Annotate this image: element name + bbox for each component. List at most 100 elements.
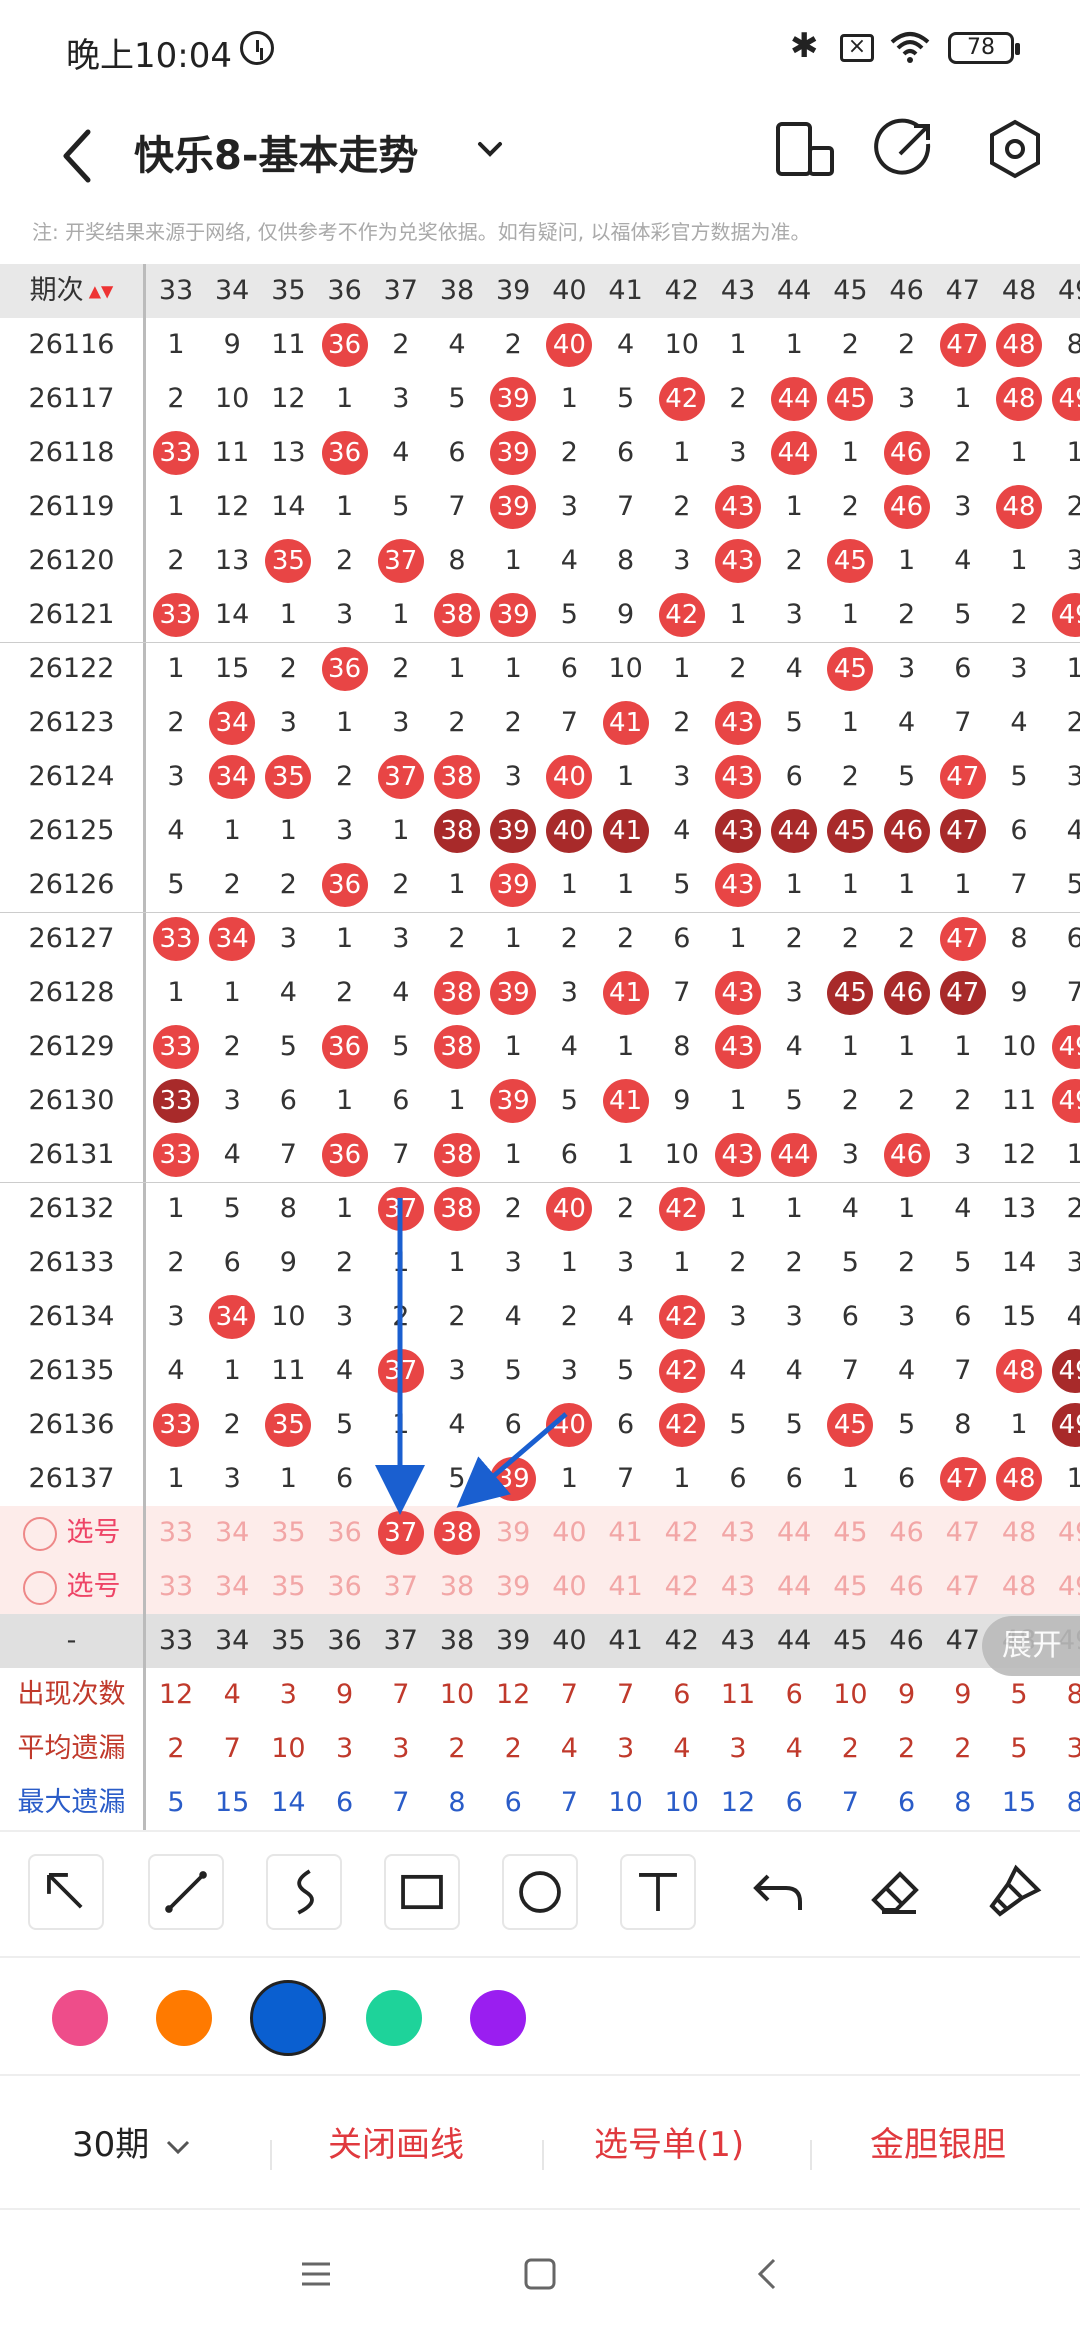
color-swatch[interactable]: [156, 1990, 212, 2046]
select-number[interactable]: 35: [260, 1560, 316, 1614]
share-icon[interactable]: [870, 114, 940, 184]
select-number[interactable]: 33: [148, 1560, 204, 1614]
table-cell: 43: [710, 1128, 766, 1182]
color-swatch[interactable]: [52, 1990, 108, 2046]
close-draw-button[interactable]: 关闭画线: [328, 2120, 464, 2170]
select-number[interactable]: 33: [148, 1506, 204, 1560]
number-ball: 33: [153, 593, 199, 637]
select-number[interactable]: 39: [485, 1560, 541, 1614]
table-cell: 5: [785, 1409, 803, 1440]
table-row: 261354111437353542447474849: [0, 1344, 1080, 1398]
table-cell: 1: [1066, 437, 1080, 468]
select-number[interactable]: 38: [429, 1560, 485, 1614]
back-icon[interactable]: [748, 2254, 788, 2294]
undo-tool-icon[interactable]: [740, 1854, 816, 1930]
table-cell: 3: [673, 545, 691, 576]
select-number[interactable]: 42: [654, 1560, 710, 1614]
select-number[interactable]: 34: [204, 1506, 260, 1560]
select-number[interactable]: 36: [317, 1506, 373, 1560]
sim-off-icon: ×: [840, 34, 874, 62]
gold-silver-button[interactable]: 金胆银胆: [870, 2120, 1006, 2170]
period-cell: 26123: [0, 696, 146, 750]
settings-icon[interactable]: [980, 114, 1050, 184]
clear-tool-icon[interactable]: [976, 1854, 1052, 1930]
table-cell: 1: [392, 1409, 410, 1440]
table-cell: 2: [392, 329, 410, 360]
table-cell: 2: [729, 1247, 747, 1278]
number-ball: 33: [153, 1133, 199, 1177]
expand-button[interactable]: 展开: [982, 1616, 1080, 1676]
color-swatch[interactable]: [470, 1990, 526, 2046]
arrow-tool-icon[interactable]: [28, 1854, 104, 1930]
chevron-down-icon[interactable]: [470, 130, 510, 170]
page-title[interactable]: 快乐8-基本走势: [134, 114, 418, 198]
select-number[interactable]: 45: [822, 1506, 878, 1560]
color-swatch[interactable]: [366, 1990, 422, 2046]
text-tool-icon[interactable]: [620, 1854, 696, 1930]
table-cell: 1: [336, 923, 354, 954]
select-number[interactable]: 43: [710, 1560, 766, 1614]
select-number[interactable]: 41: [598, 1560, 654, 1614]
select-row-label[interactable]: 选号: [0, 1506, 146, 1560]
color-swatch[interactable]: [250, 1980, 326, 2056]
select-number[interactable]: 47: [935, 1506, 991, 1560]
radio-button[interactable]: [22, 1570, 57, 1605]
table-cell: 5: [560, 1085, 578, 1116]
select-number[interactable]: 47: [935, 1560, 991, 1614]
select-number[interactable]: 40: [541, 1506, 597, 1560]
select-number[interactable]: 44: [766, 1506, 822, 1560]
stats-cell: 8: [954, 1787, 972, 1818]
table-cell: 2: [1066, 707, 1080, 738]
select-number[interactable]: 37: [373, 1560, 429, 1614]
number-ball: 46: [883, 809, 930, 853]
select-row-label[interactable]: 选号: [0, 1560, 146, 1614]
select-number[interactable]: 36: [317, 1560, 373, 1614]
home-icon[interactable]: [520, 2254, 560, 2294]
column-header: 39: [496, 1625, 531, 1656]
select-number[interactable]: 46: [879, 1560, 935, 1614]
number-ball: 40: [546, 1403, 593, 1447]
select-number[interactable]: 42: [654, 1506, 710, 1560]
select-number[interactable]: 43: [710, 1506, 766, 1560]
select-number[interactable]: 46: [879, 1506, 935, 1560]
back-arrow-icon[interactable]: [50, 116, 110, 196]
table-cell: 3: [560, 1355, 578, 1386]
select-list-button[interactable]: 选号单(1): [594, 2120, 744, 2170]
period-select[interactable]: 30期: [72, 2120, 196, 2170]
select-number[interactable]: 49: [1047, 1506, 1080, 1560]
number-ball: 44: [771, 431, 818, 475]
select-number[interactable]: 41: [598, 1506, 654, 1560]
number-ball: 38: [434, 755, 480, 799]
radio-button[interactable]: [22, 1516, 57, 1551]
trend-table[interactable]: 期次 ▲▼33343536373839404142434445464748492…: [0, 264, 1080, 1830]
layout-toggle-icon[interactable]: [770, 114, 840, 184]
table-cell: 4: [448, 1409, 466, 1440]
circle-tool-icon[interactable]: [502, 1854, 578, 1930]
table-cell: 2: [898, 1085, 916, 1116]
select-number[interactable]: 45: [822, 1560, 878, 1614]
table-cell: 2: [785, 923, 803, 954]
menu-icon[interactable]: [296, 2254, 336, 2294]
select-number[interactable]: 39: [485, 1506, 541, 1560]
select-number[interactable]: 49: [1047, 1560, 1080, 1614]
select-number[interactable]: 35: [260, 1506, 316, 1560]
period-column-header[interactable]: 期次 ▲▼: [0, 264, 146, 318]
number-ball: 35: [265, 1403, 312, 1447]
table-cell: 33: [148, 1128, 204, 1182]
select-number[interactable]: 34: [204, 1560, 260, 1614]
eraser-tool-icon[interactable]: [858, 1854, 934, 1930]
rectangle-tool-icon[interactable]: [384, 1854, 460, 1930]
line-tool-icon[interactable]: [148, 1854, 224, 1930]
select-number[interactable]: 48: [991, 1560, 1047, 1614]
select-number[interactable]: 44: [766, 1560, 822, 1614]
select-number[interactable]: 37: [373, 1506, 429, 1560]
table-cell: 1: [841, 599, 859, 630]
table-cell: 3: [1066, 761, 1080, 792]
curve-tool-icon[interactable]: [266, 1854, 342, 1930]
select-number[interactable]: 40: [541, 1560, 597, 1614]
select-number[interactable]: 38: [429, 1506, 485, 1560]
table-cell: 9: [223, 329, 241, 360]
table-cell: 2: [898, 599, 916, 630]
select-number[interactable]: 48: [991, 1506, 1047, 1560]
table-cell: 4: [392, 977, 410, 1008]
